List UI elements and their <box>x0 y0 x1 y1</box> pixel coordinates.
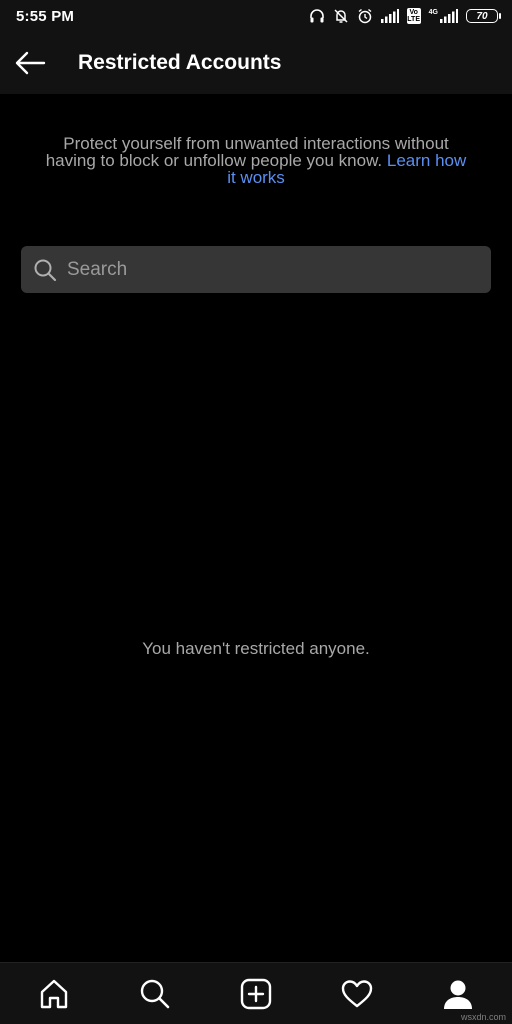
nav-activity[interactable] <box>327 963 387 1024</box>
search-icon <box>140 979 170 1008</box>
bottom-nav <box>0 962 512 1024</box>
arrow-left-icon <box>15 51 46 75</box>
nav-add-post[interactable] <box>226 963 286 1024</box>
header: Restricted Accounts <box>0 32 512 94</box>
nav-home[interactable] <box>24 963 84 1024</box>
nav-search[interactable] <box>125 963 185 1024</box>
profile-icon <box>443 980 472 1009</box>
battery-level: 70 <box>476 10 488 22</box>
watermark: wsxdn.com <box>460 1012 506 1022</box>
search-box[interactable] <box>21 246 491 293</box>
page-title: Restricted Accounts <box>78 51 282 74</box>
volte-badge: Vo LTE <box>406 8 421 24</box>
home-icon <box>41 979 68 1008</box>
search-input[interactable] <box>67 258 467 281</box>
battery-indicator: 70 <box>466 9 501 23</box>
empty-state-text: You haven't restricted anyone. <box>142 639 370 658</box>
status-time: 5:55 PM <box>16 7 75 25</box>
search-icon <box>34 259 57 281</box>
signal-icon <box>380 9 399 23</box>
add-post-icon <box>240 978 272 1009</box>
heart-icon <box>341 979 372 1007</box>
alarm-icon <box>358 8 372 24</box>
alarm-off-icon <box>334 9 348 23</box>
signal-icon <box>440 9 458 23</box>
back-button[interactable] <box>0 32 64 94</box>
status-icons: Vo LTE 4G 70 <box>309 8 501 24</box>
network-type: 4G <box>428 8 438 16</box>
screen: 5:55 PM Vo LTE 4G 70 Restricted Accounts… <box>0 0 512 1024</box>
headphones-icon <box>309 9 324 23</box>
description: Protect yourself from unwanted interacti… <box>40 135 472 186</box>
status-bar: 5:55 PM Vo LTE 4G 70 <box>0 0 512 32</box>
